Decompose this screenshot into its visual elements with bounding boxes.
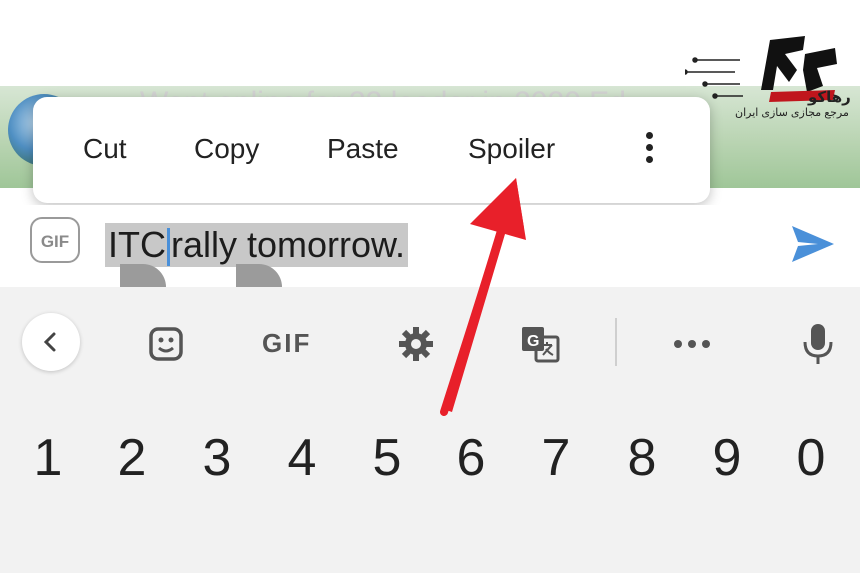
key-5[interactable]: 5: [357, 428, 417, 488]
key-0[interactable]: 0: [781, 428, 841, 488]
send-icon[interactable]: [790, 222, 836, 266]
keyboard-gif-button[interactable]: GIF: [262, 328, 311, 359]
translate-icon[interactable]: G: [516, 320, 564, 368]
settings-icon[interactable]: [392, 320, 440, 368]
gif-button[interactable]: GIF: [30, 217, 80, 263]
key-7[interactable]: 7: [526, 428, 586, 488]
spoiler-menu-item[interactable]: Spoiler: [468, 133, 555, 165]
chevron-left-icon[interactable]: [22, 313, 80, 371]
selected-text-rest: rally tomorrow.: [171, 224, 406, 265]
watermark-tagline: مرجع مجازی سازی ایران: [735, 107, 849, 119]
toolbar-divider: [615, 318, 617, 366]
sticker-icon[interactable]: [142, 320, 190, 368]
copy-menu-item[interactable]: Copy: [194, 133, 259, 165]
message-input[interactable]: ITC rally tomorrow.: [105, 223, 409, 267]
key-4[interactable]: 4: [272, 428, 332, 488]
text-selection-menu: Cut Copy Paste Spoiler: [33, 97, 710, 203]
selected-text: ITC: [108, 224, 166, 265]
more-vert-icon[interactable]: [642, 132, 656, 172]
svg-text:G: G: [527, 333, 539, 350]
watermark-brand: رهاکو: [808, 89, 851, 106]
key-3[interactable]: 3: [187, 428, 247, 488]
key-1[interactable]: 1: [18, 428, 78, 488]
cut-menu-item[interactable]: Cut: [83, 133, 127, 165]
paste-menu-item[interactable]: Paste: [327, 133, 399, 165]
key-8[interactable]: 8: [612, 428, 672, 488]
key-2[interactable]: 2: [102, 428, 162, 488]
text-caret: [167, 228, 170, 267]
more-horiz-icon[interactable]: [668, 320, 716, 368]
key-6[interactable]: 6: [441, 428, 501, 488]
key-9[interactable]: 9: [697, 428, 757, 488]
mic-icon[interactable]: [794, 320, 842, 368]
